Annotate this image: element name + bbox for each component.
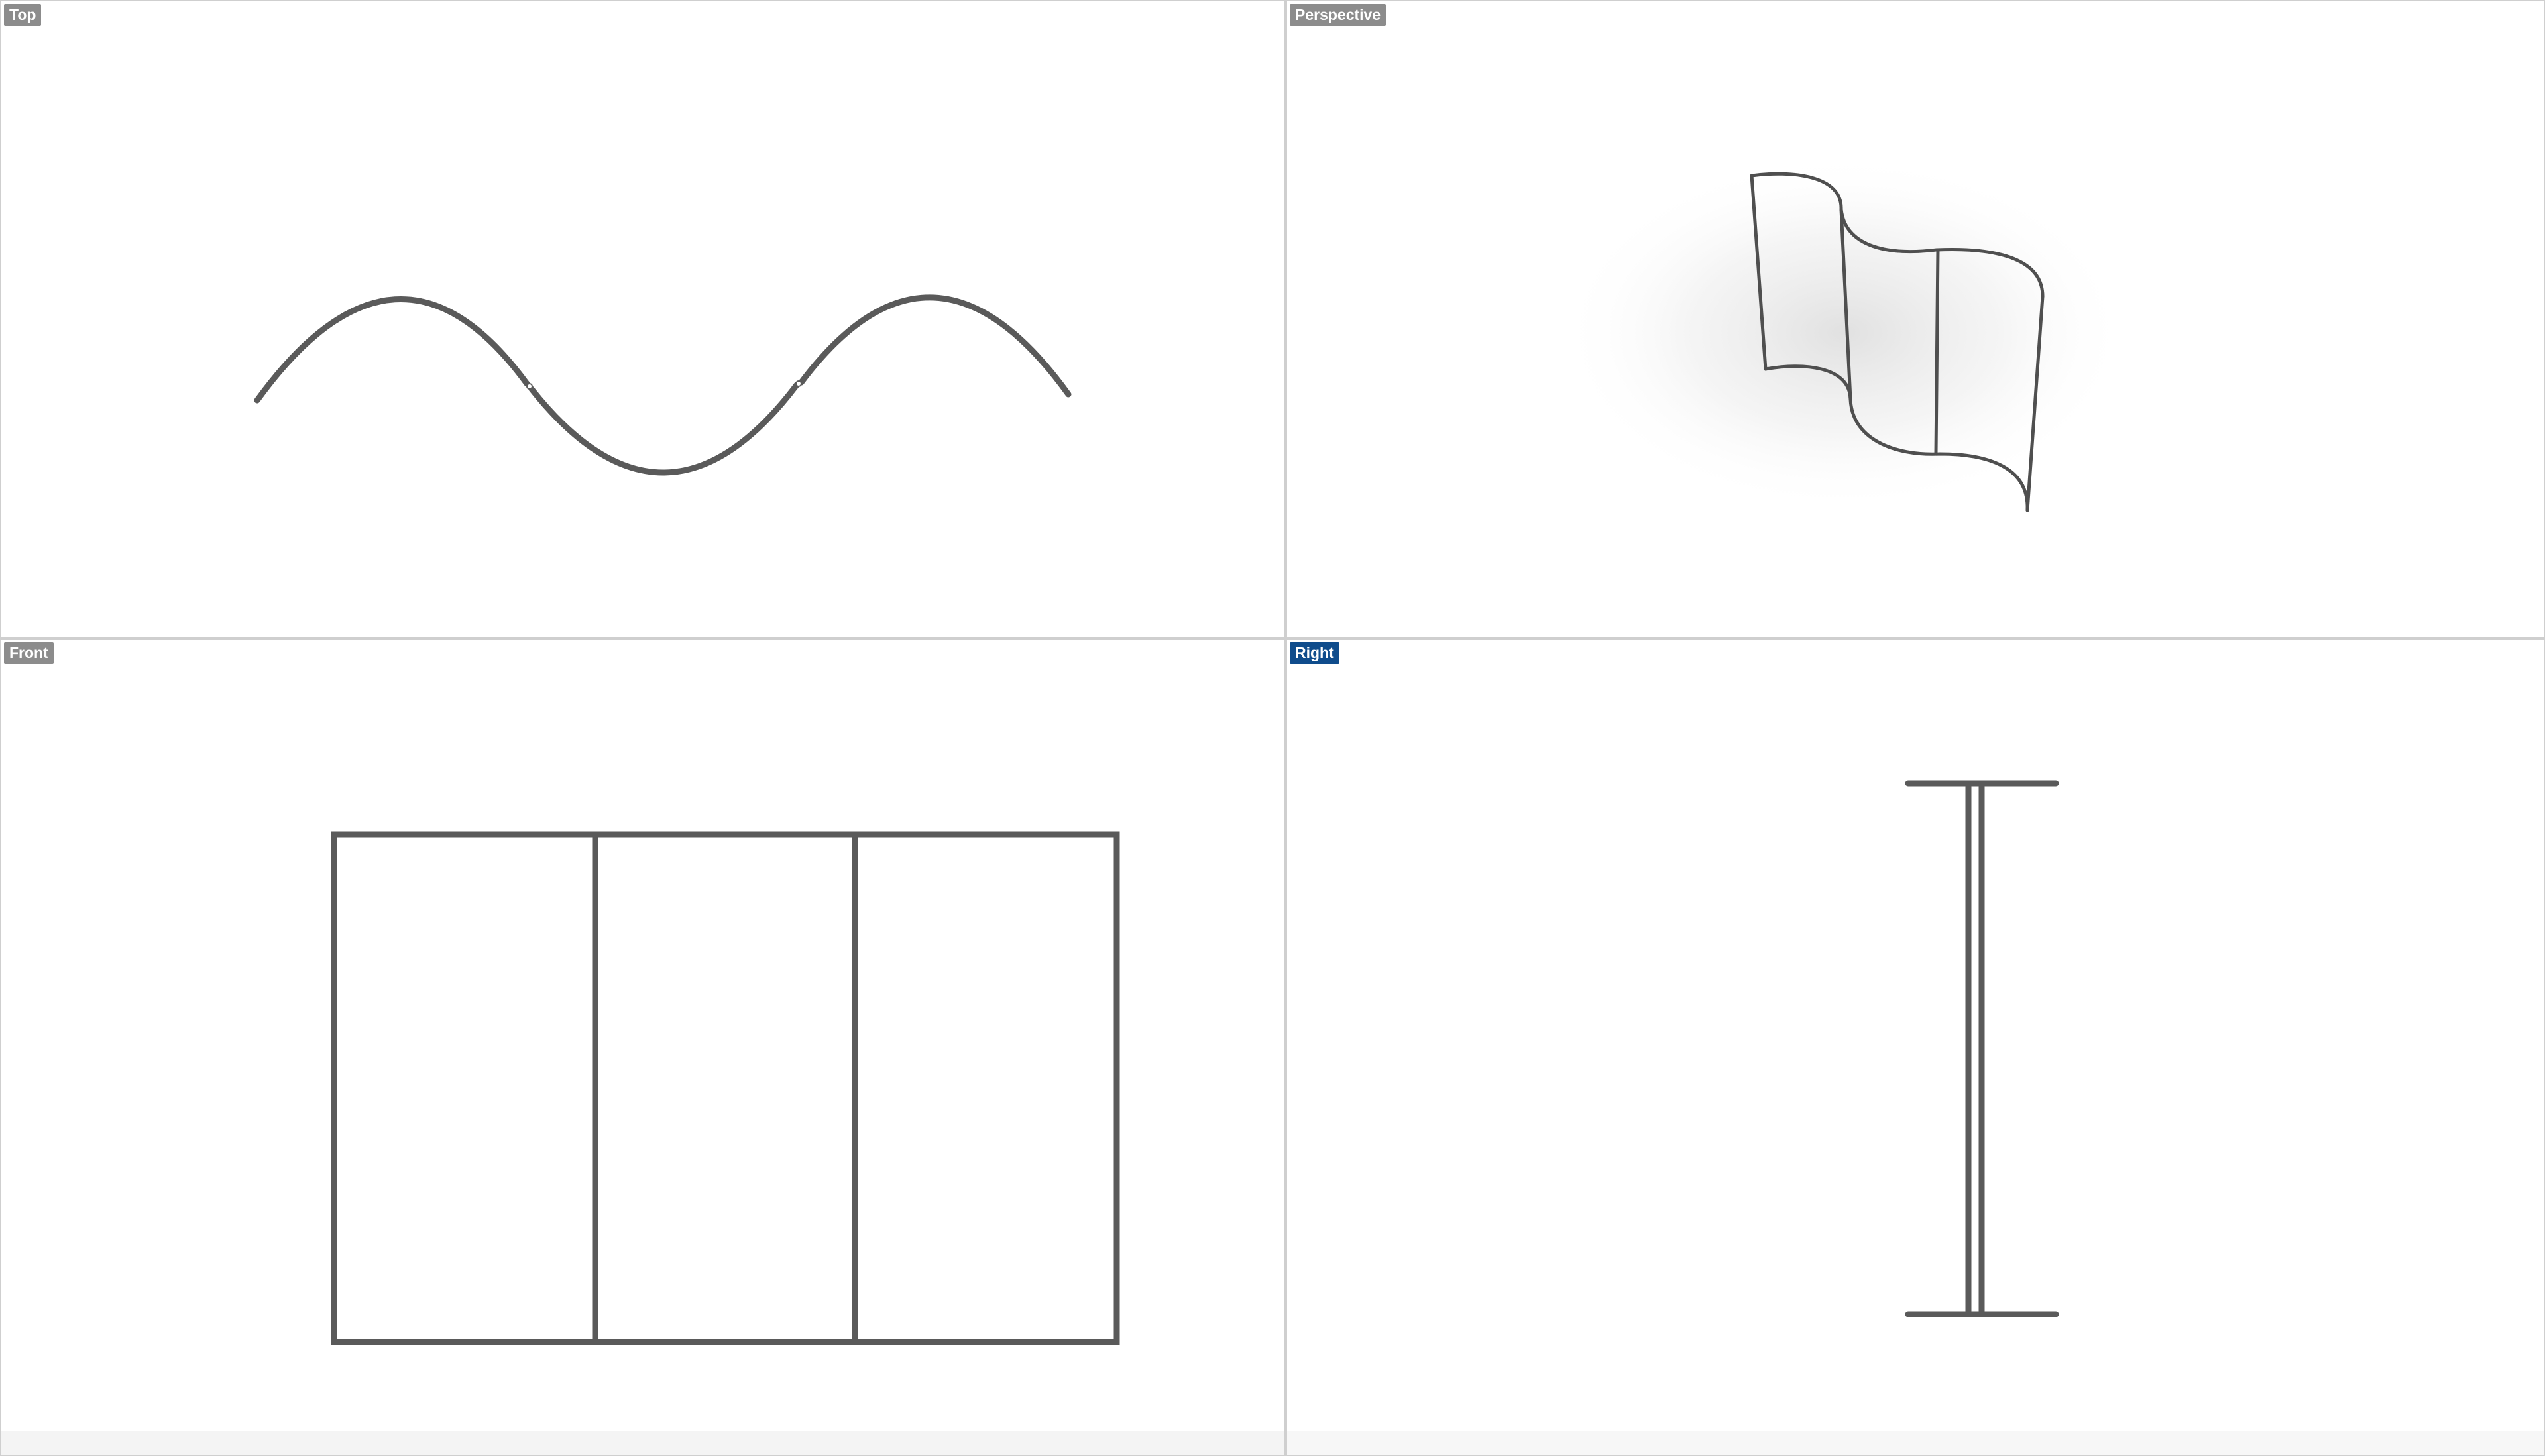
- viewport-right[interactable]: Right: [1287, 640, 2544, 1455]
- viewport-top[interactable]: Top: [1, 1, 1284, 637]
- viewport-perspective[interactable]: Perspective: [1287, 1, 2544, 637]
- perspective-view-canvas[interactable]: [1287, 1, 2544, 637]
- wave-arc-left[interactable]: [254, 296, 530, 404]
- wall-seam-2[interactable]: [1934, 248, 1940, 456]
- viewport-front[interactable]: Front: [1, 640, 1284, 1455]
- front-wall-outline[interactable]: [331, 831, 1120, 1345]
- seam-marker-left: [526, 383, 533, 390]
- ground-shadow: [1559, 154, 2129, 512]
- viewport-bottom-shade: [1287, 1431, 2544, 1455]
- four-viewport-layout: Top Perspective Front Right: [0, 0, 2545, 1456]
- front-view-canvas[interactable]: [1, 640, 1284, 1455]
- viewport-label-right[interactable]: Right: [1290, 642, 1339, 664]
- viewport-label-top[interactable]: Top: [4, 4, 42, 26]
- viewport-label-front[interactable]: Front: [4, 642, 54, 664]
- viewport-label-perspective[interactable]: Perspective: [1290, 4, 1386, 26]
- wave-arc-right[interactable]: [798, 294, 1072, 398]
- top-view-canvas[interactable]: [1, 1, 1284, 637]
- right-view-canvas[interactable]: [1287, 640, 2544, 1455]
- viewport-bottom-shade: [1, 1431, 1284, 1455]
- seam-marker-right: [795, 380, 802, 387]
- wave-arc-middle[interactable]: [528, 382, 800, 476]
